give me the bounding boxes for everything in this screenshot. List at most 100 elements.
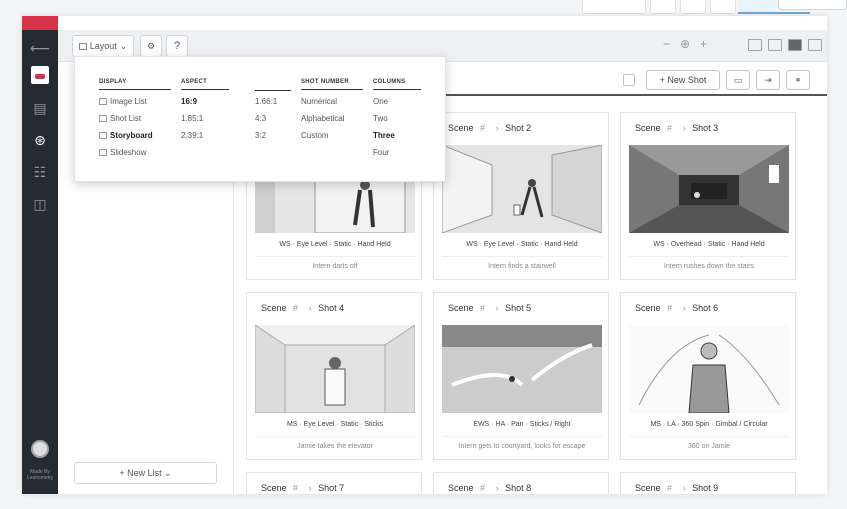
back-arrow-icon[interactable]: ⟵ bbox=[22, 34, 58, 62]
option-aspect-3-2[interactable]: 3:2 bbox=[255, 131, 266, 140]
divider bbox=[255, 436, 415, 437]
scene-number[interactable]: # bbox=[480, 123, 485, 133]
corner-tab[interactable] bbox=[778, 0, 847, 10]
option-custom[interactable]: Custom bbox=[301, 131, 329, 140]
link-icon[interactable]: ⚭ bbox=[786, 70, 810, 90]
shot-label: Shot 6 bbox=[692, 303, 719, 313]
zoom-out-button[interactable]: − bbox=[663, 37, 670, 51]
scene-number[interactable]: # bbox=[293, 303, 298, 313]
option-aspect-1-85[interactable]: 1.85:1 bbox=[181, 114, 203, 123]
shot-sketch bbox=[629, 325, 789, 413]
shot-frame bbox=[629, 145, 789, 233]
top-strip-button[interactable] bbox=[710, 0, 736, 14]
new-shot-button[interactable]: + New Shot bbox=[646, 70, 720, 90]
option-label: Storyboard bbox=[110, 131, 153, 140]
shot-card-9[interactable]: Scene # › Shot 9 bbox=[620, 472, 796, 494]
scene-label: Scene bbox=[448, 303, 474, 313]
image-list-icon bbox=[99, 98, 107, 105]
chevron-right-icon: › bbox=[495, 483, 499, 493]
option-shot-list[interactable]: Shot List bbox=[99, 114, 141, 123]
option-columns-two[interactable]: Two bbox=[373, 114, 388, 123]
fullscreen-icon[interactable] bbox=[808, 39, 822, 51]
option-columns-three[interactable]: Three bbox=[373, 131, 395, 140]
option-aspect-1-66[interactable]: 1.66:1 bbox=[255, 97, 277, 106]
option-aspect-2-39[interactable]: 2.39:1 bbox=[181, 131, 203, 140]
shot-card-4[interactable]: Scene # › Shot 4 MS · Eye Level · Static… bbox=[246, 292, 422, 460]
shot-metadata: MS · Eye Level · Static · Sticks bbox=[286, 421, 384, 428]
select-all-checkbox[interactable] bbox=[623, 74, 635, 86]
new-list-button[interactable]: + New List ⌄ bbox=[74, 462, 217, 484]
option-aspect-16-9[interactable]: 16:9 bbox=[181, 97, 197, 106]
shot-description: Jamie takes the elevator bbox=[297, 443, 373, 450]
settings-button[interactable]: ⚙ bbox=[140, 35, 162, 57]
option-alphabetical[interactable]: Alphabetical bbox=[301, 114, 345, 123]
option-slideshow[interactable]: Slideshow bbox=[99, 148, 146, 157]
video-icon[interactable]: ▭ bbox=[726, 70, 750, 90]
option-columns-four[interactable]: Four bbox=[373, 148, 389, 157]
scene-number[interactable]: # bbox=[667, 483, 672, 493]
scene-number[interactable]: # bbox=[480, 483, 485, 493]
scene-number[interactable]: # bbox=[480, 303, 485, 313]
shot-description: 360 on Jamie bbox=[687, 443, 731, 450]
shot-sketch bbox=[442, 325, 602, 413]
storyboard-icon bbox=[99, 132, 107, 139]
option-storyboard[interactable]: Storyboard bbox=[99, 131, 153, 140]
storyboard-view-icon[interactable] bbox=[788, 39, 802, 51]
divider bbox=[629, 256, 789, 257]
shot-metadata: WS · Eye Level · Static · Hand Held bbox=[279, 241, 391, 248]
list-view-icon[interactable] bbox=[768, 39, 782, 51]
layout-button-label: Layout bbox=[89, 41, 117, 51]
scene-number[interactable]: # bbox=[293, 483, 298, 493]
list-icon[interactable]: ▤ bbox=[22, 94, 58, 122]
option-numerical[interactable]: Numerical bbox=[301, 97, 337, 106]
shot-label: Shot 5 bbox=[505, 303, 532, 313]
scene-number[interactable]: # bbox=[667, 303, 672, 313]
shot-card-6[interactable]: Scene # › Shot 6 MS · LA · 360 Spin · Gi… bbox=[620, 292, 796, 460]
shot-header: Scene # › Shot 9 bbox=[621, 473, 795, 494]
option-columns-one[interactable]: One bbox=[373, 97, 388, 106]
grid-view-icon[interactable] bbox=[748, 39, 762, 51]
shot-frame bbox=[442, 145, 602, 233]
top-strip-button[interactable] bbox=[650, 0, 676, 14]
shot-metadata: WS · Overhead · Static · Hand Held bbox=[653, 241, 765, 248]
scene-label: Scene bbox=[635, 483, 661, 493]
chevron-right-icon: › bbox=[682, 483, 686, 493]
storyboard-icon[interactable]: ⊛ bbox=[22, 126, 58, 154]
schedule-icon[interactable]: ☷ bbox=[22, 158, 58, 186]
book-icon[interactable]: ◫ bbox=[22, 190, 58, 218]
layout-button[interactable]: Layout ⌄ bbox=[72, 35, 134, 57]
shot-description: Intern darts off bbox=[312, 263, 358, 270]
shot-label: Shot 3 bbox=[692, 123, 719, 133]
collapse-icon[interactable]: ⇥ bbox=[756, 70, 780, 90]
divider bbox=[255, 256, 415, 257]
shot-frame bbox=[442, 325, 602, 413]
shot-label: Shot 8 bbox=[505, 483, 532, 493]
shot-header: Scene # › Shot 7 bbox=[247, 473, 421, 494]
chevron-right-icon: › bbox=[308, 303, 312, 313]
top-strip-button[interactable] bbox=[680, 0, 706, 14]
shot-card-2[interactable]: Scene # › Shot 2 WS · Eye Level · Static… bbox=[433, 112, 609, 280]
scene-label: Scene bbox=[635, 123, 661, 133]
shot-header: Scene # › Shot 2 bbox=[434, 113, 608, 145]
shot-card-5[interactable]: Scene # › Shot 5 EWS · HA · Pan · Sticks… bbox=[433, 292, 609, 460]
chevron-right-icon: › bbox=[682, 303, 686, 313]
option-label: Shot List bbox=[110, 114, 142, 123]
shot-card-3[interactable]: Scene # › Shot 3 WS · Overhead · Static … bbox=[620, 112, 796, 280]
shot-label: Shot 7 bbox=[318, 483, 345, 493]
shot-number-header: SHOT NUMBER bbox=[301, 79, 363, 90]
zoom-in-button[interactable]: + bbox=[700, 37, 707, 51]
top-strip-button[interactable] bbox=[582, 0, 646, 14]
project-logo-icon[interactable] bbox=[31, 66, 49, 84]
slideshow-icon bbox=[99, 149, 107, 156]
scene-number[interactable]: # bbox=[667, 123, 672, 133]
option-image-list[interactable]: Image List bbox=[99, 97, 147, 106]
avatar[interactable] bbox=[31, 440, 49, 458]
shot-card-8[interactable]: Scene # › Shot 8 bbox=[433, 472, 609, 494]
search-zoom-icon[interactable]: ⊕ bbox=[680, 37, 690, 51]
option-aspect-4-3[interactable]: 4:3 bbox=[255, 114, 266, 123]
help-button[interactable]: ? bbox=[166, 35, 188, 57]
shot-sketch bbox=[629, 145, 789, 233]
shot-description: Intern finds a stairwell bbox=[488, 263, 556, 270]
shot-card-7[interactable]: Scene # › Shot 7 bbox=[246, 472, 422, 494]
divider bbox=[629, 436, 789, 437]
